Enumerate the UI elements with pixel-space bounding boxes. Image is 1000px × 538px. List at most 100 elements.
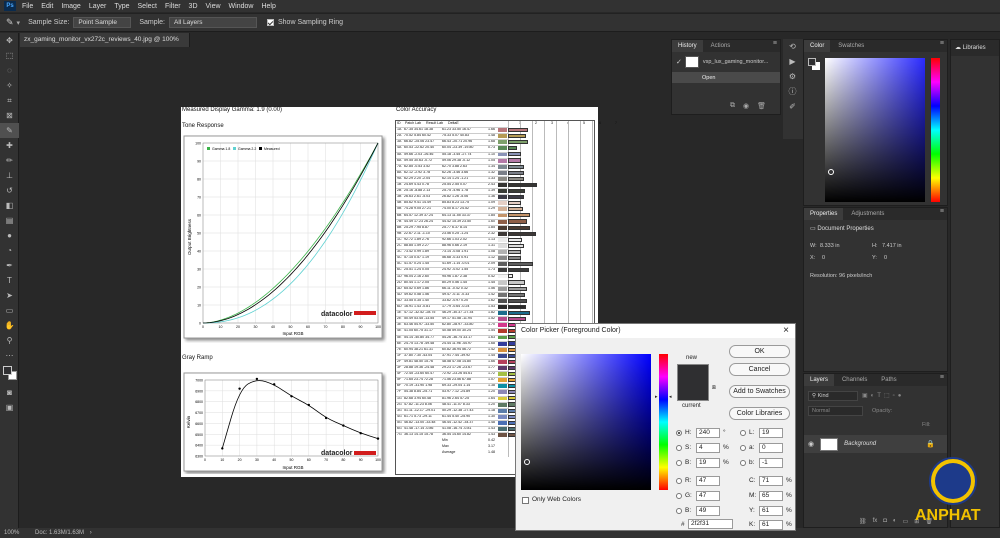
only-web-colors-checkbox[interactable] bbox=[522, 497, 529, 504]
zoom-tool-icon[interactable]: ⚲ bbox=[0, 333, 19, 348]
clone-stamp-tool-icon[interactable]: ⊥ bbox=[0, 168, 19, 183]
hue-arrow-left-icon[interactable]: ▸ bbox=[655, 394, 658, 400]
brightness-radio[interactable] bbox=[676, 460, 682, 466]
lock-icon[interactable]: 🔒 bbox=[926, 440, 935, 448]
green-field[interactable]: 47 bbox=[696, 491, 720, 501]
brush-tool-icon[interactable]: ✏ bbox=[0, 153, 19, 168]
blur-tool-icon[interactable]: ● bbox=[0, 228, 19, 243]
b-radio[interactable] bbox=[740, 460, 746, 466]
blend-mode-select[interactable]: Normal bbox=[808, 406, 863, 416]
gamut-warning-icon[interactable]: ⧈ bbox=[712, 385, 716, 392]
prop-y-value[interactable]: 0 bbox=[884, 255, 887, 261]
tab-actions[interactable]: Actions bbox=[705, 40, 737, 52]
menu-select[interactable]: Select bbox=[138, 3, 157, 10]
menu-window[interactable]: Window bbox=[229, 3, 254, 10]
libraries-icon[interactable]: ☁ bbox=[955, 45, 961, 51]
lightness-radio[interactable] bbox=[740, 430, 746, 436]
add-to-swatches-button[interactable]: Add to Swatches bbox=[729, 385, 790, 398]
lasso-tool-icon[interactable]: ◌ bbox=[0, 63, 19, 78]
marquee-tool-icon[interactable]: ⬚ bbox=[0, 48, 19, 63]
hand-tool-icon[interactable]: ✋ bbox=[0, 318, 19, 333]
history-panel-icon[interactable]: ⟲ bbox=[783, 39, 802, 54]
prop-w-value[interactable]: 8.333 in bbox=[820, 243, 840, 249]
menu-view[interactable]: View bbox=[206, 3, 221, 10]
panel-fg-swatch[interactable] bbox=[808, 58, 816, 66]
adjust-icon[interactable]: ⚙ bbox=[783, 69, 802, 84]
sample-size-select[interactable]: Point Sample bbox=[73, 17, 132, 28]
fx-icon[interactable]: fx bbox=[873, 518, 878, 525]
new-document-icon[interactable]: ⧉ bbox=[730, 102, 735, 110]
a-radio[interactable] bbox=[740, 445, 746, 451]
menu-layer[interactable]: Layer bbox=[89, 3, 107, 10]
black-field[interactable]: 61 bbox=[759, 520, 783, 530]
menu-filter[interactable]: Filter bbox=[165, 3, 181, 10]
quick-select-tool-icon[interactable]: ✧ bbox=[0, 78, 19, 93]
layer-row-background[interactable]: ◉ Background 🔒 bbox=[804, 435, 947, 453]
menu-file[interactable]: File bbox=[22, 3, 33, 10]
path-selection-tool-icon[interactable]: ➤ bbox=[0, 288, 19, 303]
brushes-icon[interactable]: ✐ bbox=[783, 99, 802, 114]
hue-slider[interactable] bbox=[931, 58, 940, 202]
libraries-label[interactable]: Libraries bbox=[963, 45, 986, 51]
prop-x-value[interactable]: 0 bbox=[822, 255, 825, 261]
more-tools-icon[interactable]: ⋯ bbox=[0, 348, 19, 363]
type-tool-icon[interactable]: T bbox=[0, 273, 19, 288]
magenta-field[interactable]: 65 bbox=[759, 491, 783, 501]
history-brush-icon[interactable]: ✓ bbox=[676, 58, 682, 66]
prop-h-value[interactable]: 7.417 in bbox=[882, 243, 902, 249]
camera-icon[interactable]: ◉ bbox=[743, 102, 749, 110]
move-tool-icon[interactable]: ✥ bbox=[0, 33, 19, 48]
properties-menu-icon[interactable]: ≡ bbox=[940, 208, 944, 215]
green-radio[interactable] bbox=[676, 493, 682, 499]
frame-tool-icon[interactable]: ⊠ bbox=[0, 108, 19, 123]
yellow-field[interactable]: 61 bbox=[759, 506, 783, 516]
tab-paths[interactable]: Paths bbox=[875, 374, 902, 386]
picker-color-field[interactable] bbox=[521, 354, 651, 490]
menu-3d[interactable]: 3D bbox=[189, 3, 198, 10]
a-field[interactable]: 0 bbox=[759, 443, 783, 453]
mask-icon[interactable]: ◘ bbox=[883, 518, 887, 525]
trash-icon[interactable]: 🗑 bbox=[757, 102, 766, 110]
saturation-radio[interactable] bbox=[676, 445, 682, 451]
gradient-tool-icon[interactable]: ▤ bbox=[0, 213, 19, 228]
menu-help[interactable]: Help bbox=[261, 3, 275, 10]
saturation-field[interactable]: 4 bbox=[696, 443, 720, 453]
history-snapshot[interactable]: ✓ vsp_lux_gaming_monitor... bbox=[672, 52, 780, 72]
menu-edit[interactable]: Edit bbox=[41, 3, 53, 10]
info-icon[interactable]: ⓘ bbox=[783, 84, 802, 99]
red-radio[interactable] bbox=[676, 478, 682, 484]
tab-swatches[interactable]: Swatches bbox=[832, 40, 870, 52]
rectangle-tool-icon[interactable]: ▭ bbox=[0, 303, 19, 318]
color-field[interactable] bbox=[825, 58, 925, 202]
quick-mask-icon[interactable]: ◙ bbox=[0, 385, 19, 400]
color-field-marker[interactable] bbox=[828, 169, 834, 175]
status-arrow-icon[interactable]: › bbox=[90, 530, 92, 536]
blue-radio[interactable] bbox=[676, 508, 682, 514]
cancel-button[interactable]: Cancel bbox=[729, 363, 790, 376]
brightness-field[interactable]: 19 bbox=[696, 458, 720, 468]
history-menu-icon[interactable]: ≡ bbox=[773, 40, 777, 47]
picker-field-marker[interactable] bbox=[524, 459, 530, 465]
blue-field[interactable]: 49 bbox=[696, 506, 720, 516]
sample-select[interactable]: All Layers bbox=[169, 17, 257, 28]
ok-button[interactable]: OK bbox=[729, 345, 790, 358]
tab-layers[interactable]: Layers bbox=[804, 374, 835, 386]
hue-arrow-right-icon[interactable]: ◂ bbox=[669, 394, 672, 400]
adjustment-layer-icon[interactable]: ◐ bbox=[893, 518, 897, 525]
hue-field[interactable]: 240 bbox=[696, 428, 720, 438]
document-tab[interactable]: zx_gaming_monitor_vx272c_reviews_40.jpg … bbox=[20, 33, 190, 57]
menu-type[interactable]: Type bbox=[114, 3, 129, 10]
tab-channels[interactable]: Channels bbox=[836, 374, 873, 386]
eraser-tool-icon[interactable]: ◧ bbox=[0, 198, 19, 213]
menu-image[interactable]: Image bbox=[61, 3, 80, 10]
history-brush-tool-icon[interactable]: ↺ bbox=[0, 183, 19, 198]
dodge-tool-icon[interactable]: ◔ bbox=[0, 243, 19, 258]
close-icon[interactable]: × bbox=[783, 324, 789, 338]
layer-filter-icons[interactable]: ▣◐T⬚▫● bbox=[862, 392, 904, 399]
tab-history[interactable]: History bbox=[672, 40, 703, 52]
zoom-level[interactable]: 100% bbox=[4, 530, 19, 536]
tab-adjustments[interactable]: Adjustments bbox=[845, 208, 890, 220]
pen-tool-icon[interactable]: ✒ bbox=[0, 258, 19, 273]
lightness-field[interactable]: 19 bbox=[759, 428, 783, 438]
eyedropper-icon[interactable]: ✎ bbox=[6, 17, 14, 28]
